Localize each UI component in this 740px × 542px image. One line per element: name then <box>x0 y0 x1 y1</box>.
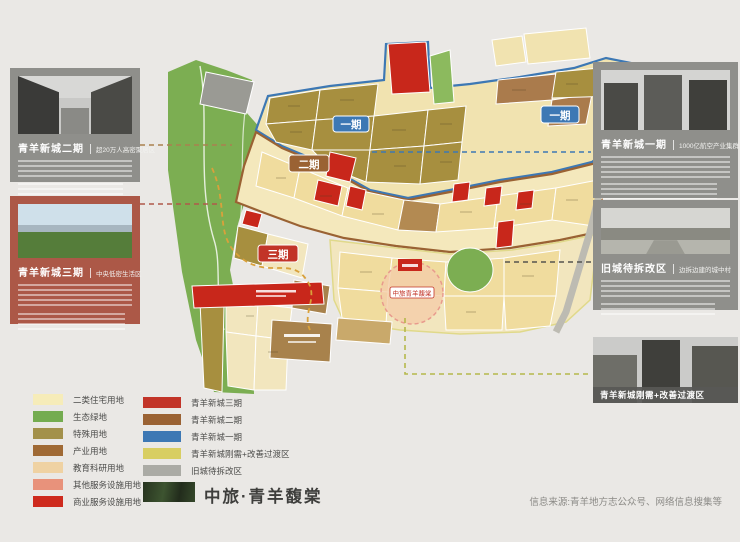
panel-subtitle: 中央低密生活区 <box>90 268 142 278</box>
panel-subtitle: 超20万人高密聚居区 <box>90 144 155 154</box>
legend-label: 青羊新城一期 <box>191 431 243 442</box>
legend-label: 教育科研用地 <box>73 462 125 473</box>
panel-transition: 青羊新城刚需+改善过渡区 <box>593 337 738 403</box>
legend-item: 旧城待拆改区 <box>143 465 289 476</box>
panel-title: 旧城待拆改区 <box>601 264 667 275</box>
legend-label: 产业用地 <box>73 445 108 456</box>
phase1-photo <box>601 70 730 130</box>
legend-label: 商业服务设施用地 <box>73 496 142 507</box>
source-note: 信息来源:青羊地方志公众号、网络信息搜集等 <box>529 497 722 508</box>
panel-title: 青羊新城二期 <box>18 144 84 155</box>
transition-photo: 青羊新城刚需+改善过渡区 <box>593 337 738 403</box>
paragraph-lines <box>601 183 718 199</box>
building-silhouette <box>643 74 683 130</box>
panel-title: 青羊新城一期 <box>601 140 667 151</box>
legend-label: 二类住宅用地 <box>73 394 125 405</box>
phase2-photo <box>18 76 132 134</box>
phase2-label: 二期 <box>299 158 320 171</box>
paragraph-lines <box>601 303 715 315</box>
paragraph-lines <box>601 280 730 298</box>
building-silhouette <box>603 83 639 130</box>
logo-text: 中旅·青羊馥棠 <box>204 488 323 506</box>
logo-image <box>143 482 195 502</box>
legend-label: 其他服务设施用地 <box>73 479 142 490</box>
building-silhouette <box>688 79 728 130</box>
legend-swatch <box>143 414 181 425</box>
paragraph-lines <box>18 160 132 178</box>
panel-phase2: 青羊新城二期 超20万人高密聚居区 <box>10 68 155 195</box>
legend-item: 商业服务设施用地 <box>33 496 141 507</box>
legend-swatch <box>33 428 63 439</box>
photo-sky <box>601 208 730 230</box>
panel-subtitle: 边拆边建的城中村 <box>673 264 731 274</box>
legend-item: 特殊用地 <box>33 428 141 439</box>
project-label: 中旅青羊馥棠 <box>393 289 433 298</box>
legend-swatch <box>143 397 181 408</box>
old-houses <box>601 228 730 242</box>
legend-item: 生态绿地 <box>33 411 141 422</box>
phase1-label-2: 一期 <box>550 109 571 122</box>
phase1-label: 一期 <box>341 118 362 131</box>
phase3-label: 三期 <box>268 248 289 261</box>
street-wedge <box>61 107 89 134</box>
legend-item: 青羊新城一期 <box>143 431 289 442</box>
legend-label: 特殊用地 <box>73 428 108 439</box>
legend-swatch <box>33 496 63 507</box>
legend-swatch <box>33 479 63 490</box>
panel-phase1: 青羊新城一期 1000亿航空产业集群 <box>593 62 739 199</box>
panel-oldtown: 旧城待拆改区 边拆边建的城中村 <box>593 200 738 315</box>
panel-phase3: 青羊新城三期 中央低密生活区 <box>10 196 142 331</box>
legend-swatch <box>143 431 181 442</box>
legend-item: 教育科研用地 <box>33 462 141 473</box>
city-skyline <box>18 224 132 233</box>
legend-item: 青羊新城二期 <box>143 414 289 425</box>
paragraph-lines <box>601 156 730 178</box>
legend-swatch <box>143 465 181 476</box>
infographic-page: 中旅青羊馥棠 一期 一期 二期 三期 青羊新城二期 超20万人高密聚居区 青羊新… <box>0 0 740 542</box>
photo-sky <box>18 204 132 226</box>
legend-swatch <box>33 462 63 473</box>
legend-item: 产业用地 <box>33 445 141 456</box>
legend-label: 旧城待拆改区 <box>191 465 243 476</box>
park-trees <box>18 232 132 258</box>
legend-item: 其他服务设施用地 <box>33 479 141 490</box>
legend-item: 二类住宅用地 <box>33 394 141 405</box>
legend-swatch <box>33 394 63 405</box>
paragraph-lines <box>18 284 132 308</box>
legend-swatch <box>33 411 63 422</box>
legend-label: 青羊新城二期 <box>191 414 243 425</box>
phase3-photo <box>18 204 132 258</box>
legend-item: 青羊新城三期 <box>143 397 289 408</box>
oldtown-photo <box>601 208 730 254</box>
legend-label: 青羊新城三期 <box>191 397 243 408</box>
panel-title: 青羊新城三期 <box>18 268 84 279</box>
paragraph-lines <box>18 183 123 195</box>
legend-swatch <box>143 448 181 459</box>
legend-label: 青羊新城刚需+改善过渡区 <box>191 448 290 459</box>
legend-districts: 青羊新城三期 青羊新城二期 青羊新城一期青羊新城刚需+改善过渡区 旧城待拆改区 <box>143 397 289 476</box>
panel-title: 青羊新城刚需+改善过渡区 <box>600 390 705 400</box>
legend-land-use: 二类住宅用地 生态绿地特殊用地产业用地教育科研用地其他服务设施用地 商业服务设施用地 <box>33 394 141 507</box>
panel-subtitle: 1000亿航空产业集群 <box>673 140 739 150</box>
legend-item: 青羊新城刚需+改善过渡区 <box>143 448 289 459</box>
legend-label: 生态绿地 <box>73 411 108 422</box>
paragraph-lines <box>18 313 126 331</box>
legend-swatch <box>33 445 63 456</box>
transition-caption: 青羊新城刚需+改善过渡区 <box>593 387 738 403</box>
